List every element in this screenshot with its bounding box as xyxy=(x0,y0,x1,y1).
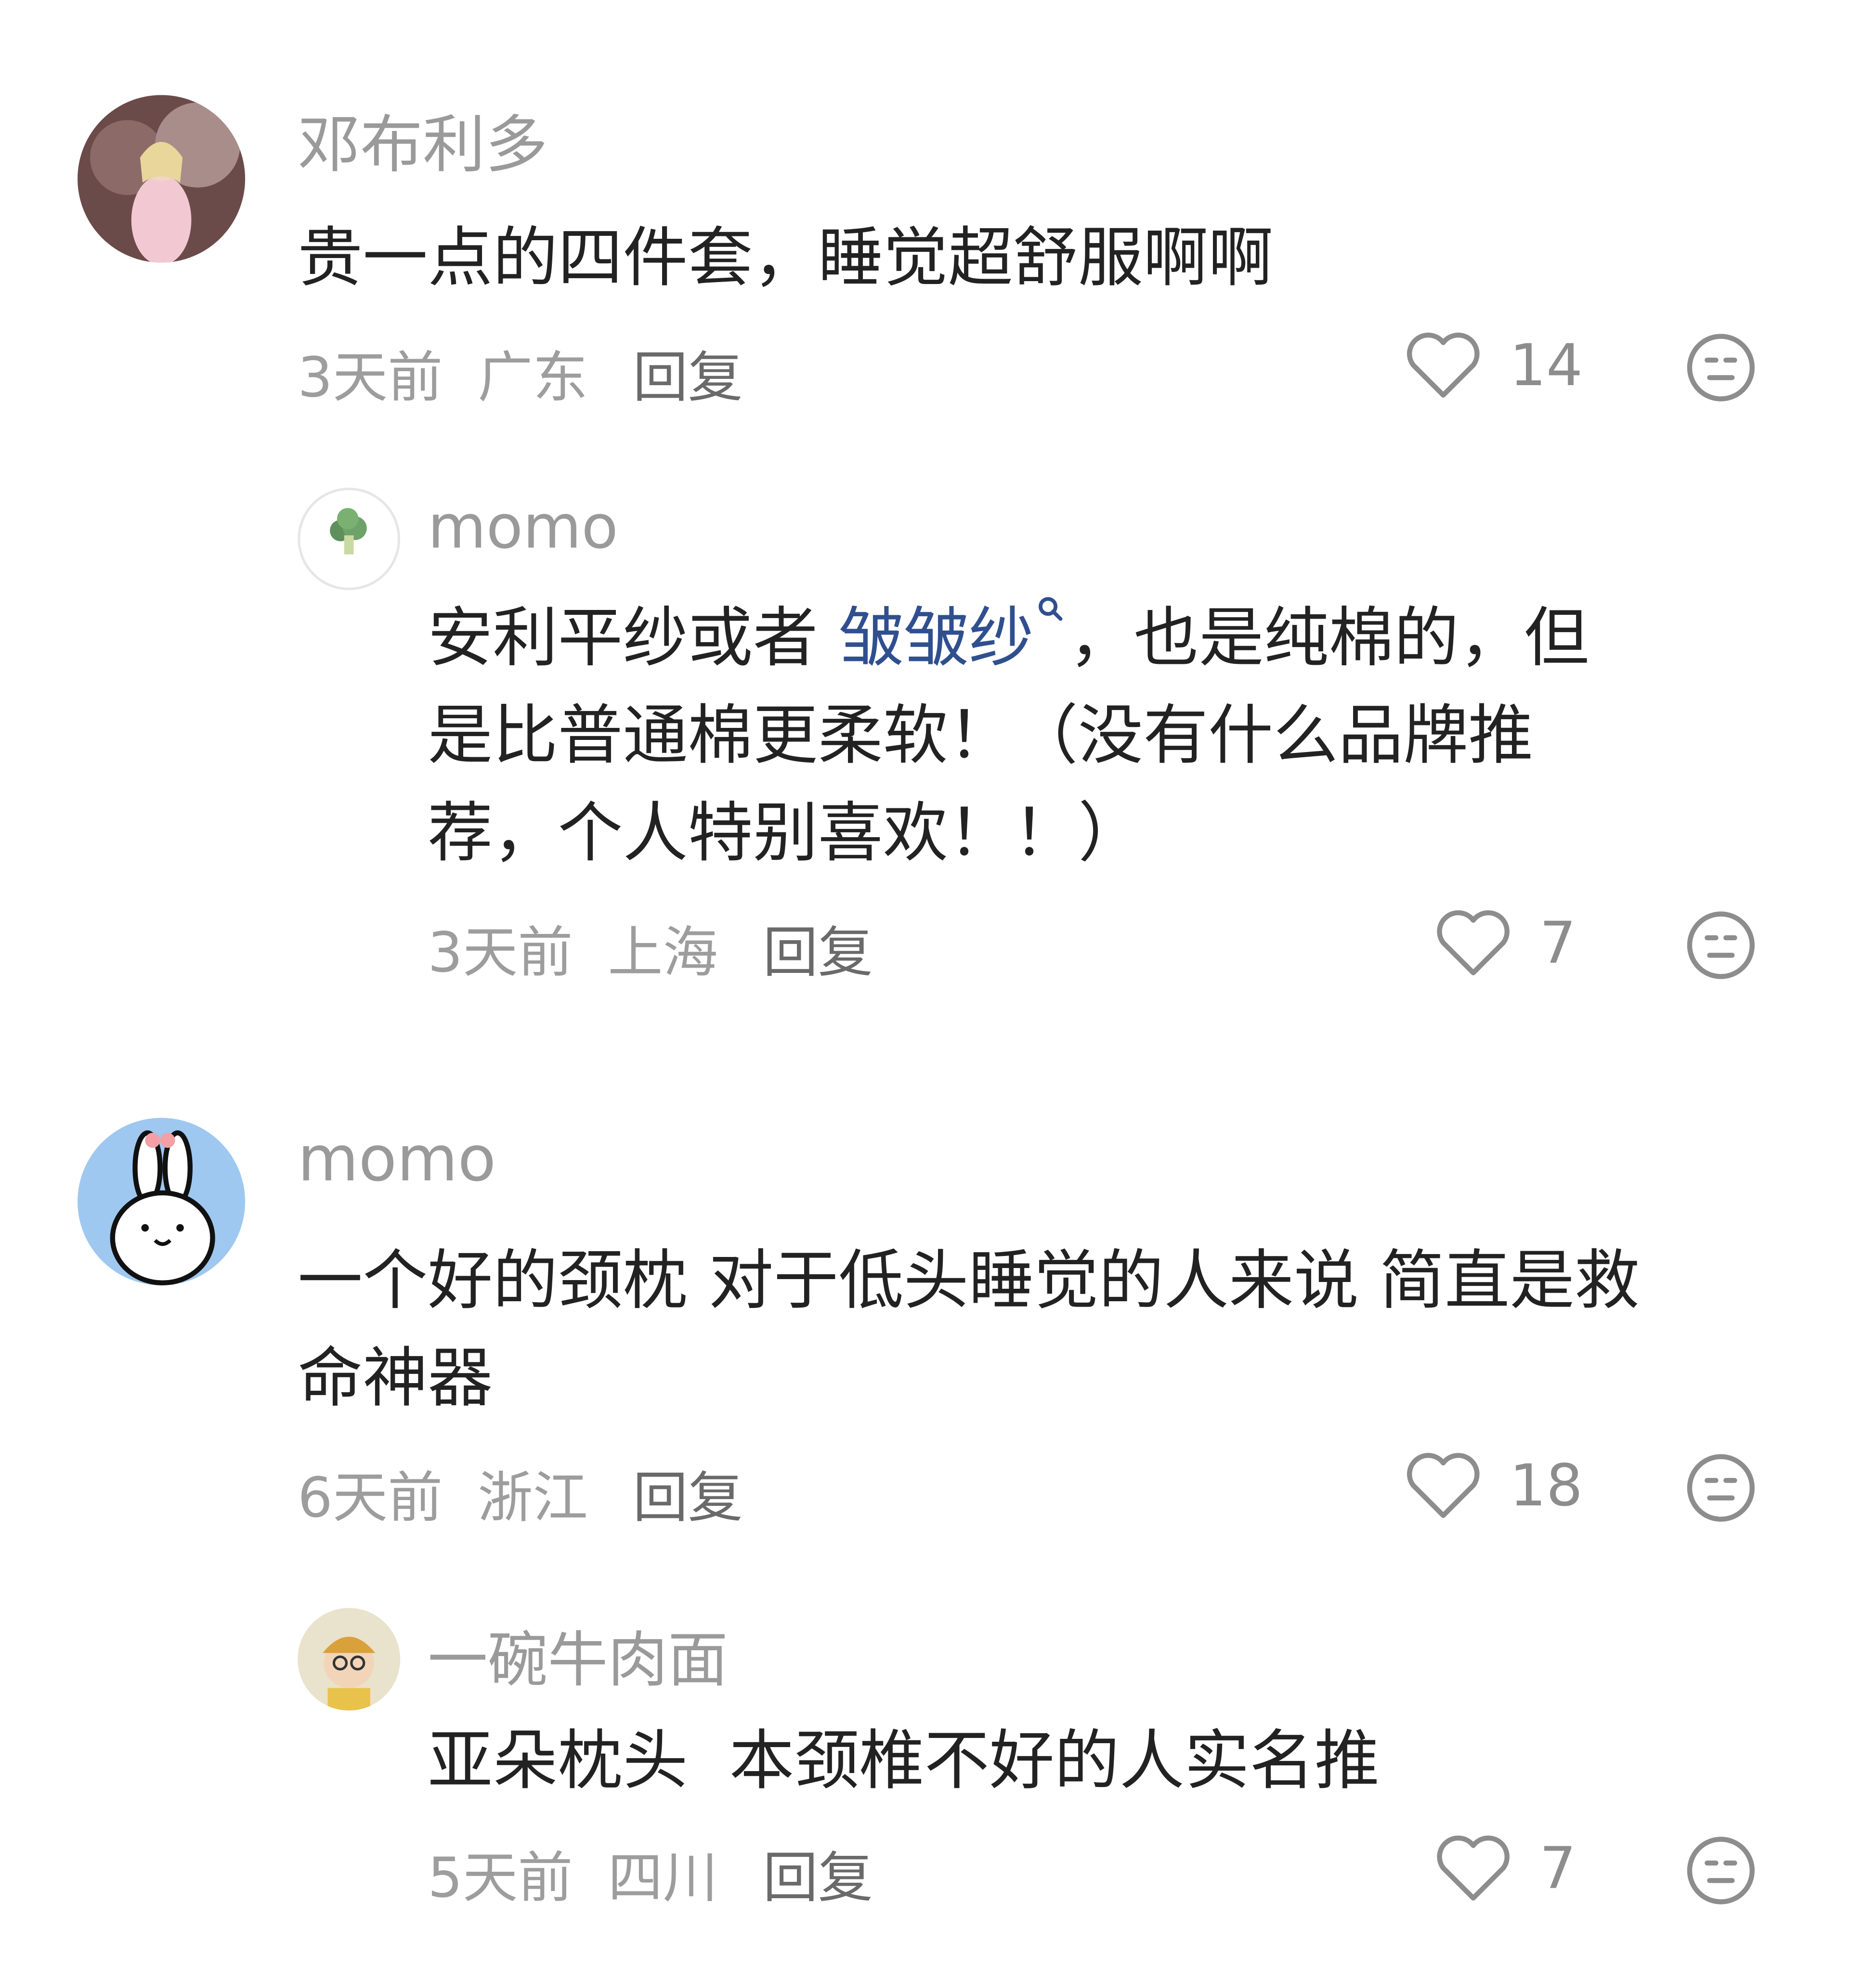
reply-meta: 3天前 上海 回复 xyxy=(428,908,890,988)
like-count: 7 xyxy=(1539,1834,1576,1902)
comment-time: 6天前 xyxy=(298,1466,443,1531)
comment-username[interactable]: 邓布利多 xyxy=(298,95,547,185)
like-count: 18 xyxy=(1509,1451,1583,1519)
dislike-face-icon[interactable] xyxy=(1686,1836,1756,1905)
avatar-deng[interactable] xyxy=(78,95,246,263)
dislike-face-icon[interactable] xyxy=(1686,910,1756,980)
comment-username[interactable]: momo xyxy=(298,1123,496,1195)
like-button[interactable]: 18 xyxy=(1405,1450,1583,1520)
heart-icon xyxy=(1437,910,1510,975)
comment-text: 一个好的颈枕 对于低头睡觉的人来说 简直是救 命神器 xyxy=(298,1233,1824,1428)
like-button[interactable]: 7 xyxy=(1434,908,1576,978)
heart-icon xyxy=(1437,1835,1510,1901)
avatar-momo-broccoli[interactable] xyxy=(298,487,401,590)
dislike-face-icon[interactable] xyxy=(1686,333,1756,402)
avatar-noodle[interactable] xyxy=(298,1608,401,1711)
keyword-link[interactable]: 皱皱纱 xyxy=(839,601,1034,676)
reply-button[interactable]: 回复 xyxy=(633,346,743,410)
reply-username[interactable]: momo xyxy=(428,492,618,562)
reply-button[interactable]: 回复 xyxy=(633,1467,743,1530)
comment-text-part: 一个好的颈枕 对于低头睡觉的人来说 简直是救 xyxy=(298,1244,1640,1320)
comment-time: 3天前 xyxy=(298,346,443,410)
like-button[interactable]: 14 xyxy=(1405,330,1583,400)
like-count: 7 xyxy=(1539,909,1576,977)
reply-text: 亚朵枕头 本颈椎不好的人实名推 xyxy=(428,1724,1380,1800)
reply-location: 上海 xyxy=(608,921,718,985)
comment-text: 贵一点的四件套，睡觉超舒服啊啊 xyxy=(298,221,1274,297)
like-button[interactable]: 7 xyxy=(1434,1833,1576,1903)
search-icon[interactable] xyxy=(1036,595,1064,622)
heart-icon xyxy=(1407,1453,1480,1518)
reply-time: 3天前 xyxy=(428,921,573,985)
reply-meta: 5天前 四川 回复 xyxy=(428,1833,890,1913)
reply-text: 安利平纱或者 皱皱纱 ，也是纯棉的，但 是比普通棉更柔软！（没有什么品牌推 荐，个… xyxy=(428,590,1778,883)
avatar-momo-bunny[interactable] xyxy=(78,1117,246,1286)
reply-username[interactable]: 一碗牛肉面 xyxy=(428,1610,728,1698)
comment-location: 浙江 xyxy=(478,1466,588,1531)
reply-location: 四川 xyxy=(608,1847,718,1911)
reply-text-part: 安利平纱或者 xyxy=(428,601,839,677)
like-count: 14 xyxy=(1509,331,1583,399)
comment-location: 广东 xyxy=(478,346,588,410)
reply-text-part: 荐，个人特别喜欢！！） xyxy=(428,796,1143,872)
reply-text-part: ，也是纯棉的，但 xyxy=(1068,601,1589,677)
comment-meta: 3天前 广东 回复 xyxy=(298,333,760,413)
heart-icon xyxy=(1407,332,1480,398)
comment-text-part: 命神器 xyxy=(298,1341,493,1417)
dislike-face-icon[interactable] xyxy=(1686,1453,1756,1523)
reply-button[interactable]: 回复 xyxy=(763,921,873,985)
reply-button[interactable]: 回复 xyxy=(763,1847,873,1910)
comment-meta: 6天前 浙江 回复 xyxy=(298,1453,760,1533)
reply-text-part: 是比普通棉更柔软！（没有什么品牌推 xyxy=(428,699,1534,774)
reply-time: 5天前 xyxy=(428,1847,573,1911)
